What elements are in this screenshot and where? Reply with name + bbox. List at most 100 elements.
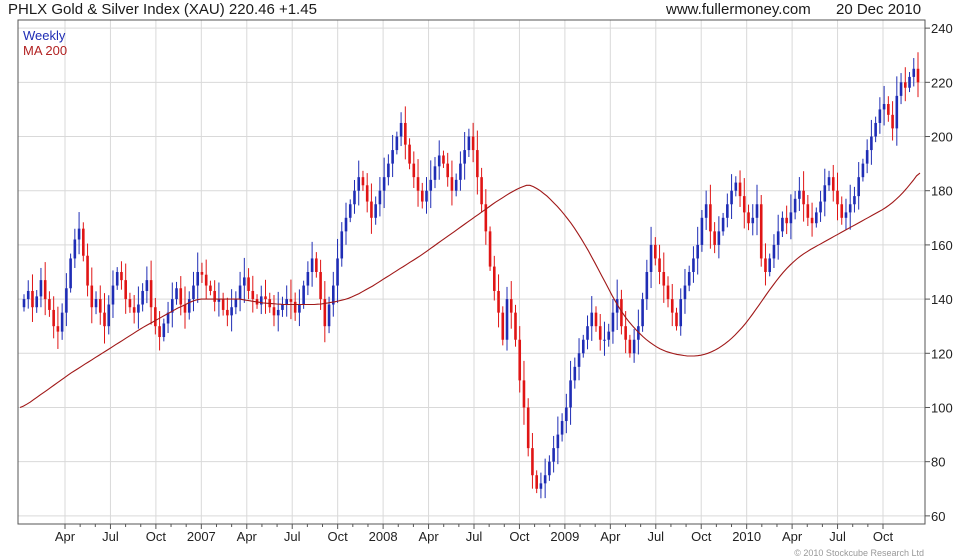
- candle-body: [658, 258, 661, 272]
- candle-body: [103, 312, 106, 327]
- candle-body: [281, 304, 284, 310]
- candle-body: [416, 177, 420, 191]
- candle-body: [196, 272, 200, 286]
- y-tick-label: 140: [931, 292, 953, 307]
- candle-body: [581, 339, 585, 354]
- candle-body: [192, 285, 195, 300]
- candle-body: [793, 198, 797, 213]
- candle-body: [696, 244, 699, 259]
- candle-body: [450, 177, 454, 191]
- candle-body: [607, 331, 611, 340]
- candle-body: [887, 104, 890, 115]
- candle-body: [285, 299, 288, 305]
- candle-body: [187, 299, 191, 313]
- candle-body: [22, 299, 26, 308]
- candle-body: [717, 231, 721, 245]
- candle-body: [120, 272, 123, 281]
- candle-body: [425, 190, 428, 202]
- candle-body: [679, 299, 683, 327]
- candle-body: [86, 255, 89, 286]
- candle-body: [158, 326, 161, 338]
- candle-body: [844, 212, 848, 218]
- candle-body: [548, 461, 551, 476]
- candle-body: [420, 190, 424, 202]
- x-tick-label: Oct: [146, 529, 167, 544]
- candle-body: [115, 272, 119, 286]
- legend-ma-200: MA 200: [23, 43, 68, 58]
- y-tick-label: 220: [931, 75, 953, 90]
- candle-body: [344, 217, 348, 232]
- candle-body: [179, 288, 183, 305]
- candle-body: [789, 212, 793, 224]
- candle-body: [865, 150, 869, 164]
- x-tick-label: Oct: [328, 529, 349, 544]
- candle-body: [577, 353, 581, 367]
- candle-body: [505, 299, 509, 340]
- candle-body: [132, 307, 136, 313]
- y-tick-label: 120: [931, 346, 953, 361]
- candle-body: [230, 307, 233, 316]
- copyright-notice: © 2010 Stockcube Research Ltd: [794, 548, 924, 558]
- candle-body: [399, 122, 403, 137]
- candle-body: [802, 190, 805, 205]
- x-tick-label: Apr: [600, 529, 621, 544]
- candle-body: [374, 204, 377, 218]
- x-tick-label: 2007: [187, 529, 216, 544]
- candle-body: [628, 339, 632, 354]
- candle-body: [836, 190, 839, 205]
- candle-body: [776, 231, 780, 245]
- candle-body: [145, 280, 149, 291]
- candle-body: [221, 299, 225, 310]
- candle-body: [251, 290, 255, 300]
- candle-body: [632, 339, 636, 354]
- candle-body: [213, 290, 216, 302]
- candle-body: [666, 285, 670, 300]
- candle-body: [137, 304, 140, 313]
- candle-body: [526, 407, 530, 449]
- candle-body: [463, 150, 466, 164]
- candle-body: [378, 190, 382, 205]
- candle-body: [446, 163, 449, 178]
- candle-body: [77, 228, 81, 240]
- candle-body: [565, 407, 568, 422]
- candle-body: [891, 114, 894, 129]
- candle-body: [306, 272, 310, 286]
- x-tick-label: Oct: [873, 529, 894, 544]
- x-tick-label: Oct: [691, 529, 712, 544]
- x-tick-label: Jul: [466, 529, 483, 544]
- candle-body: [39, 280, 43, 297]
- candle-body: [467, 136, 471, 151]
- candle-body: [65, 288, 68, 313]
- candle-body: [98, 299, 102, 313]
- candle-body: [874, 122, 877, 137]
- candle-body: [908, 76, 911, 88]
- candle-body: [730, 190, 733, 205]
- candle-body: [154, 307, 157, 327]
- candle-body: [734, 182, 738, 191]
- candle-body: [654, 244, 657, 259]
- candle-body: [31, 290, 34, 308]
- candle-body: [480, 177, 483, 205]
- candle-body: [853, 196, 856, 205]
- candle-body: [382, 177, 386, 191]
- candle-body: [675, 312, 678, 327]
- candle-body: [670, 299, 674, 313]
- candle-body: [709, 204, 712, 232]
- candle-body: [903, 82, 907, 88]
- candle-body: [861, 163, 865, 178]
- candle-body: [552, 448, 555, 462]
- y-tick-label: 160: [931, 238, 953, 253]
- candle-body: [60, 312, 64, 332]
- candle-body: [798, 190, 801, 199]
- candle-body: [302, 285, 305, 305]
- candle-body: [586, 326, 589, 340]
- x-tick-label: Jul: [829, 529, 846, 544]
- candle-body: [412, 163, 416, 178]
- x-tick-label: 2009: [550, 529, 579, 544]
- candle-body: [759, 204, 763, 259]
- candle-body: [916, 68, 920, 83]
- candle-body: [82, 228, 85, 256]
- candle-body: [539, 483, 543, 489]
- candle-body: [35, 296, 39, 308]
- candle-body: [747, 212, 750, 224]
